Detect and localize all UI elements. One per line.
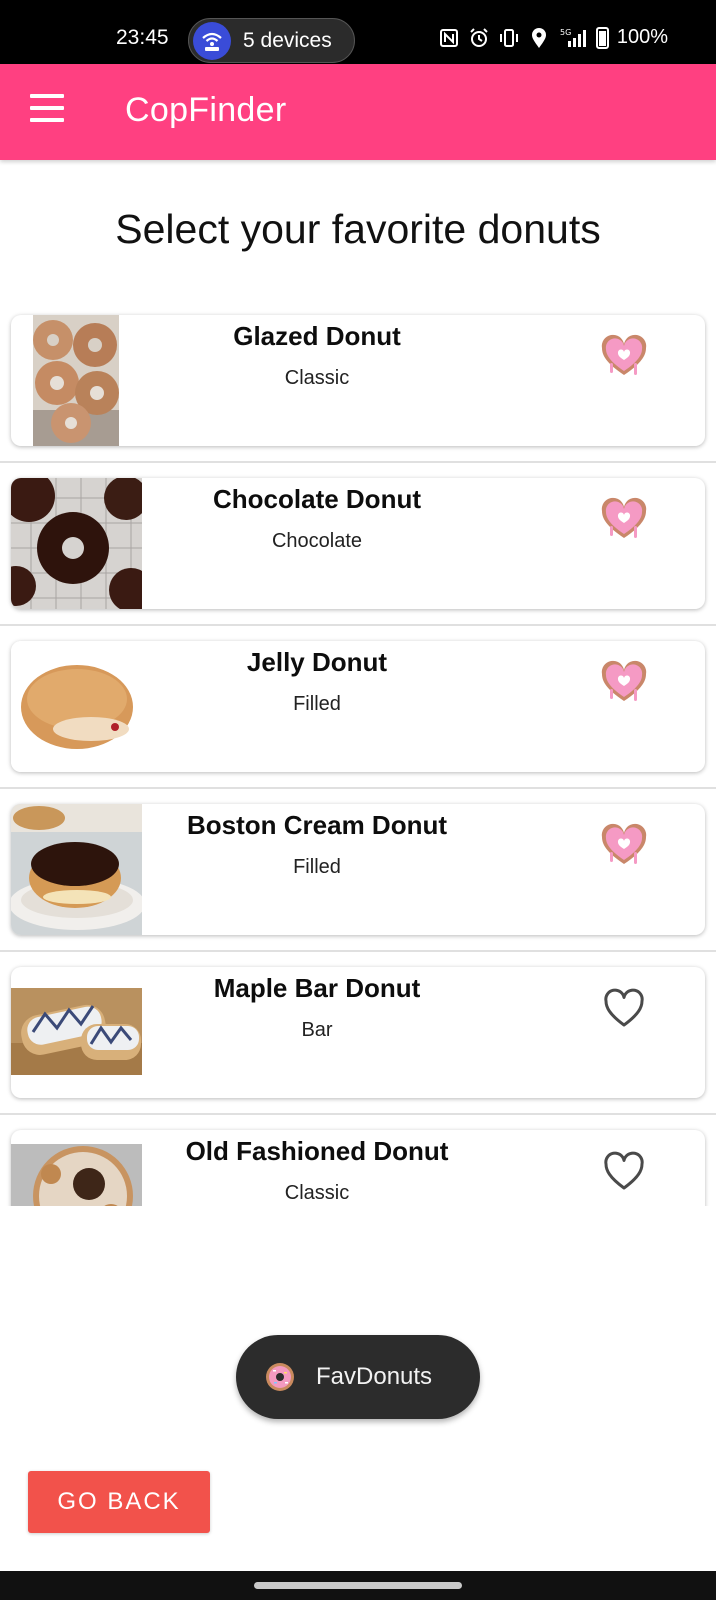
divider xyxy=(0,787,716,789)
donut-category: Bar xyxy=(301,1019,333,1041)
donut-icon xyxy=(264,1361,296,1393)
page-title: Select your favorite donuts xyxy=(115,206,601,252)
donut-category: Chocolate xyxy=(271,530,363,552)
list-item[interactable]: Maple Bar Donut Bar xyxy=(0,960,716,1123)
donut-card[interactable]: Old Fashioned Donut Classic xyxy=(11,1130,705,1206)
svg-text:5G: 5G xyxy=(560,28,571,37)
signal-5g-icon: 5G xyxy=(558,27,588,49)
list-item[interactable]: Boston Cream Donut Filled xyxy=(0,797,716,960)
divider xyxy=(0,624,716,626)
status-bar: 23:45 5 devices 5G 100% xyxy=(0,0,716,64)
donut-category: Filled xyxy=(293,856,341,878)
donut-card[interactable]: Chocolate Donut Chocolate xyxy=(11,478,705,609)
divider xyxy=(0,461,716,463)
favorite-heart-icon[interactable] xyxy=(596,496,652,546)
donut-name: Glazed Donut xyxy=(233,321,401,351)
favorite-heart-icon[interactable] xyxy=(596,659,652,709)
vibrate-icon xyxy=(498,27,520,49)
donut-name: Maple Bar Donut xyxy=(213,973,421,1003)
home-gesture-handle[interactable] xyxy=(254,1582,462,1589)
fav-donuts-label: FavDonuts xyxy=(316,1363,433,1390)
list-item[interactable]: Chocolate Donut Chocolate xyxy=(0,471,716,634)
donut-category: Classic xyxy=(284,367,350,389)
app-title: CopFinder xyxy=(125,91,287,129)
divider xyxy=(0,1113,716,1115)
app-bar: CopFinder xyxy=(0,64,716,160)
battery-icon xyxy=(595,26,609,49)
favorite-heart-icon[interactable] xyxy=(596,333,652,383)
location-icon xyxy=(528,27,550,49)
fav-donuts-button[interactable]: FavDonuts xyxy=(236,1335,480,1419)
donut-name: Chocolate Donut xyxy=(213,484,421,514)
wifi-hotspot-icon xyxy=(193,21,231,60)
donut-card[interactable]: Jelly Donut Filled xyxy=(11,641,705,772)
divider xyxy=(0,950,716,952)
nfc-icon xyxy=(438,27,460,49)
donut-name: Jelly Donut xyxy=(246,647,388,677)
donut-category: Filled xyxy=(293,693,341,715)
donut-list[interactable]: Glazed Donut Classic Chocolate Donut Cho… xyxy=(0,308,716,1206)
alarm-icon xyxy=(468,27,490,49)
list-item[interactable]: Jelly Donut Filled xyxy=(0,634,716,797)
navigation-bar xyxy=(0,1571,716,1600)
donut-name: Boston Cream Donut xyxy=(187,810,447,840)
donut-card[interactable]: Boston Cream Donut Filled xyxy=(11,804,705,935)
status-time: 23:45 xyxy=(116,26,169,49)
list-item[interactable]: Glazed Donut Classic xyxy=(0,308,716,471)
menu-icon[interactable] xyxy=(30,94,68,130)
go-back-button[interactable]: GO BACK xyxy=(28,1471,210,1533)
list-item[interactable]: Old Fashioned Donut Classic xyxy=(0,1123,716,1206)
favorite-heart-icon[interactable] xyxy=(596,822,652,872)
status-icons: 5G 100% xyxy=(438,26,668,49)
donut-category: Classic xyxy=(284,1182,350,1204)
battery-percent: 100% xyxy=(616,26,668,48)
heart-outline-icon[interactable] xyxy=(596,985,652,1035)
devices-chip[interactable]: 5 devices xyxy=(188,18,355,63)
donut-name: Old Fashioned Donut xyxy=(185,1136,449,1166)
donut-card[interactable]: Glazed Donut Classic xyxy=(11,315,705,446)
heart-outline-icon[interactable] xyxy=(596,1148,652,1198)
devices-label: 5 devices xyxy=(243,28,332,52)
donut-card[interactable]: Maple Bar Donut Bar xyxy=(11,967,705,1098)
